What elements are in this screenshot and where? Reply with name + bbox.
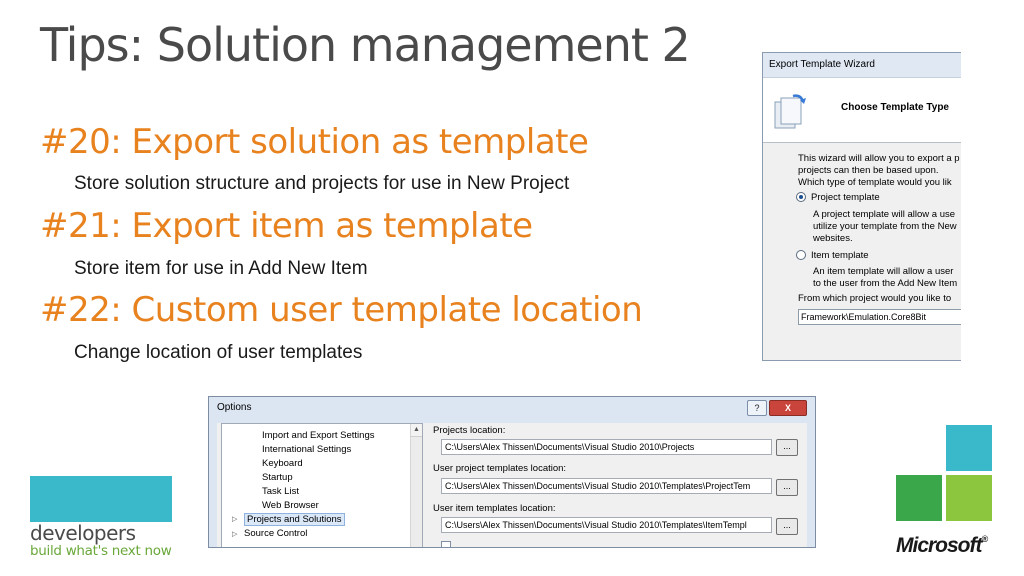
tip-20-heading: #20: Export solution as template [40,122,589,162]
close-button[interactable]: X [769,400,807,416]
project-desc-line: utilize your template from the New [813,221,957,232]
user-project-templates-input[interactable]: C:\Users\Alex Thissen\Documents\Visual S… [441,478,772,494]
options-dialog: Options ? X Import and Export Settings I… [208,396,816,548]
radio-unselected-icon[interactable] [796,250,806,261]
tree-item-web-browser[interactable]: Web Browser [262,500,319,511]
export-template-wizard: Export Template Wizard Choose Template T… [762,52,961,361]
tip-20-subtext: Store solution structure and projects fo… [74,173,570,194]
from-project-label: From which project would you like to [798,293,952,304]
tip-22-subtext: Change location of user templates [74,342,363,363]
help-button[interactable]: ? [747,400,767,416]
user-item-templates-label: User item templates location: [433,503,556,514]
developers-wordmark: developers [30,521,136,545]
teal-tile [946,425,992,471]
browse-item-templates-button[interactable]: ... [776,518,798,535]
slide-title: Tips: Solution management 2 [40,18,691,72]
scroll-up-icon[interactable]: ▲ [411,424,422,437]
browse-project-templates-button[interactable]: ... [776,479,798,496]
option-checkbox[interactable] [441,541,451,547]
template-icon [774,94,806,129]
wizard-banner: Choose Template Type [763,78,961,143]
expand-arrow-icon[interactable]: ▷ [232,530,237,538]
project-desc-line: A project template will allow a use [813,209,956,220]
tree-item-startup[interactable]: Startup [262,472,293,483]
tip-21-subtext: Store item for use in Add New Item [74,258,368,279]
wizard-question: Which type of template would you lik [798,177,952,188]
light-green-tile [946,475,992,521]
user-item-templates-input[interactable]: C:\Users\Alex Thissen\Documents\Visual S… [441,517,772,533]
tip-22-heading: #22: Custom user template location [40,290,643,330]
options-tree: Import and Export Settings International… [221,423,423,547]
tree-scrollbar[interactable]: ▲ [410,424,422,547]
projects-location-label: Projects location: [433,425,506,436]
developers-logo-square [30,476,172,522]
project-select[interactable]: Framework\Emulation.Core8Bit [798,309,961,325]
item-template-label: Item template [811,250,869,261]
projects-location-input[interactable]: C:\Users\Alex Thissen\Documents\Visual S… [441,439,772,455]
project-template-label: Project template [811,192,880,203]
item-desc-line: An item template will allow a user [813,266,954,277]
wizard-intro-line: This wizard will allow you to export a p [798,153,960,164]
green-tile [896,475,942,521]
developers-tagline: build what's next now [30,543,172,559]
expand-arrow-icon[interactable]: ▷ [232,515,237,523]
user-project-templates-label: User project templates location: [433,463,567,474]
item-desc-line: to the user from the Add New Item [813,278,958,289]
wizard-intro-line: projects can then be based upon. [798,165,939,176]
trademark-symbol: ® [981,534,989,544]
options-title: Options [217,402,252,413]
tree-item-international[interactable]: International Settings [262,444,351,455]
wizard-heading: Choose Template Type [841,102,949,113]
tip-21-heading: #21: Export item as template [40,206,533,246]
project-desc-line: websites. [813,233,853,244]
browse-projects-button[interactable]: ... [776,439,798,456]
options-titlebar: Options ? X [209,397,815,419]
tree-item-task-list[interactable]: Task List [262,486,299,497]
tree-item-import-export[interactable]: Import and Export Settings [262,430,374,441]
tree-item-source-control[interactable]: Source Control [244,528,307,539]
item-template-radio[interactable]: Item template [796,250,961,262]
project-template-radio[interactable]: Project template [796,192,961,204]
tree-item-keyboard[interactable]: Keyboard [262,458,303,469]
wizard-title: Export Template Wizard [763,53,961,78]
tree-item-projects-solutions[interactable]: Projects and Solutions [244,513,345,526]
radio-selected-icon[interactable] [796,192,806,203]
microsoft-logo: Microsoft® [896,534,989,558]
microsoft-wordmark: Microsoft [896,534,982,557]
